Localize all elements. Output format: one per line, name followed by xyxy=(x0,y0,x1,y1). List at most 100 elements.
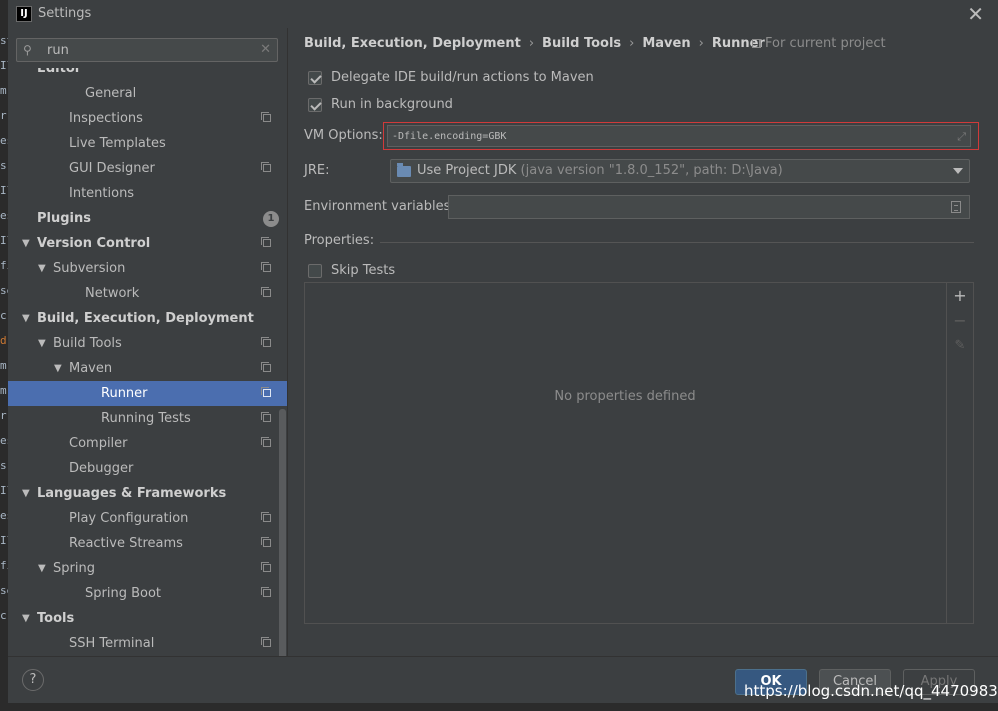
properties-label: Properties: xyxy=(304,233,375,248)
tree-item-label: Editor xyxy=(37,68,82,76)
plugins-update-badge: 1 xyxy=(263,211,279,227)
tree-item[interactable]: Runner xyxy=(8,381,287,406)
breadcrumb-separator: › xyxy=(698,36,704,51)
tree-item[interactable]: Compiler xyxy=(8,431,287,456)
properties-table[interactable]: No properties defined + − ✎ xyxy=(304,282,974,624)
tree-item[interactable]: Live Templates xyxy=(8,131,287,156)
expand-arrow-icon[interactable]: ▼ xyxy=(38,331,46,356)
breadcrumb-separator: › xyxy=(629,36,635,51)
close-icon[interactable]: ✕ xyxy=(967,2,984,26)
search-input[interactable] xyxy=(47,41,247,59)
edit-icon[interactable]: ✎ xyxy=(953,339,967,353)
tree-item-label: Debugger xyxy=(69,461,134,476)
tree-item[interactable]: Spring Boot xyxy=(8,581,287,606)
background-code-strip: stIlmressIlesIlfisecdmmressIlesIlfisec xyxy=(0,28,8,688)
project-level-icon xyxy=(261,262,271,272)
tree-item[interactable]: Intentions xyxy=(8,181,287,206)
background-code-line: r xyxy=(0,409,7,422)
background-code-line: Il xyxy=(0,534,8,547)
tree-item[interactable]: ▼ Subversion xyxy=(8,256,287,281)
background-code-line: m xyxy=(0,84,7,97)
delegate-checkbox[interactable] xyxy=(308,71,322,85)
tree-item[interactable]: Plugins 1 xyxy=(8,206,287,231)
background-code-line: Il xyxy=(0,234,8,247)
tree-item[interactable]: GUI Designer xyxy=(8,156,287,181)
jre-dropdown[interactable]: Use Project JDK (java version "1.8.0_152… xyxy=(390,159,970,183)
background-code-line: fi xyxy=(0,259,8,272)
expand-arrow-icon[interactable]: ▼ xyxy=(38,256,46,281)
tree-item-label: Running Tests xyxy=(101,411,191,426)
tree-item[interactable]: ▼ Maven xyxy=(8,356,287,381)
tree-item[interactable]: Running Tests xyxy=(8,406,287,431)
tree-item-label: Reactive Streams xyxy=(69,536,183,551)
maven-runner-panel: Build, Execution, Deployment › Build Tools… xyxy=(288,28,998,656)
breadcrumb-item: Maven xyxy=(642,36,691,51)
properties-toolbar: + − ✎ xyxy=(946,283,973,623)
project-level-icon xyxy=(261,337,271,347)
expand-arrow-icon[interactable]: ▼ xyxy=(22,306,30,331)
remove-icon[interactable]: − xyxy=(953,313,967,329)
expand-arrow-icon[interactable]: ▼ xyxy=(22,606,30,631)
window-title: Settings xyxy=(38,6,92,21)
background-code-line: m xyxy=(0,359,7,372)
tree-item[interactable]: Reactive Streams xyxy=(8,531,287,556)
tree-item[interactable]: ▼ Languages & Frameworks xyxy=(8,481,287,506)
run-in-background-checkbox[interactable] xyxy=(308,98,322,112)
tree-item[interactable]: ▼ Build Tools xyxy=(8,331,287,356)
background-code-line: r xyxy=(0,109,7,122)
breadcrumb-item: Build, Execution, Deployment xyxy=(304,36,521,51)
background-code-line: se xyxy=(0,284,8,297)
tree-item[interactable]: ▼ Tools xyxy=(8,606,287,631)
tree-item[interactable]: ▼ Build, Execution, Deployment xyxy=(8,306,287,331)
skip-tests-checkbox[interactable] xyxy=(308,264,322,278)
project-level-icon xyxy=(261,637,271,647)
sidebar-scrollbar[interactable] xyxy=(279,409,286,684)
tree-item[interactable]: Play Configuration xyxy=(8,506,287,531)
settings-sidebar: ⚲ ✕ Editor General Inspections Live Templat… xyxy=(8,28,287,684)
tree-item-label: Compiler xyxy=(69,436,128,451)
tree-item[interactable]: Debugger xyxy=(8,456,287,481)
tree-item[interactable]: General xyxy=(8,81,287,106)
jre-detail: (java version "1.8.0_152", path: D:\Java… xyxy=(520,163,783,178)
environment-variables-input[interactable] xyxy=(448,195,970,219)
project-icon xyxy=(752,39,761,48)
expand-arrow-icon[interactable]: ▼ xyxy=(54,356,62,381)
search-icon: ⚲ xyxy=(23,43,32,57)
tree-item[interactable]: ▼ Spring xyxy=(8,556,287,581)
tree-item-label: Intentions xyxy=(69,186,135,201)
add-icon[interactable]: + xyxy=(953,288,967,304)
vm-options-label: VM Options: xyxy=(304,128,383,143)
tree-item[interactable]: Network xyxy=(8,281,287,306)
tree-item-label: Tools xyxy=(37,611,75,626)
project-level-icon xyxy=(261,362,271,372)
background-code-line: m xyxy=(0,384,7,397)
clear-search-icon[interactable]: ✕ xyxy=(260,42,271,57)
vm-options-input[interactable] xyxy=(387,125,971,147)
expand-arrow-icon[interactable]: ▼ xyxy=(38,556,46,581)
expand-arrow-icon[interactable]: ▼ xyxy=(22,481,30,506)
tree-item-label: General xyxy=(85,86,137,101)
settings-search-box[interactable]: ⚲ ✕ xyxy=(16,38,278,62)
tree-item-label: Build Tools xyxy=(53,336,122,351)
tree-item-label: Spring xyxy=(53,561,95,576)
background-code-line: s xyxy=(0,459,7,472)
tree-item[interactable]: Editor xyxy=(8,68,287,81)
background-code-line: c xyxy=(0,609,7,622)
edit-env-icon[interactable] xyxy=(951,201,961,213)
settings-tree: Editor General Inspections Live Templates GU… xyxy=(8,68,287,656)
project-level-icon xyxy=(261,112,271,122)
environment-variables-label: Environment variables: xyxy=(304,199,455,214)
background-code-line: fi xyxy=(0,559,8,572)
project-level-icon xyxy=(261,387,271,397)
tree-item[interactable]: ▼ Version Control xyxy=(8,231,287,256)
intellij-app-icon: IJ xyxy=(16,6,32,22)
expand-icon[interactable]: ⤢ xyxy=(957,130,966,144)
tree-item-label: Play Configuration xyxy=(69,511,189,526)
tree-item[interactable]: SSH Terminal xyxy=(8,631,287,656)
tree-item-label: Live Templates xyxy=(69,136,166,151)
background-code-line: es xyxy=(0,134,8,147)
background-code-line: c xyxy=(0,309,7,322)
help-button[interactable]: ? xyxy=(22,669,44,691)
tree-item[interactable]: Inspections xyxy=(8,106,287,131)
expand-arrow-icon[interactable]: ▼ xyxy=(22,231,30,256)
